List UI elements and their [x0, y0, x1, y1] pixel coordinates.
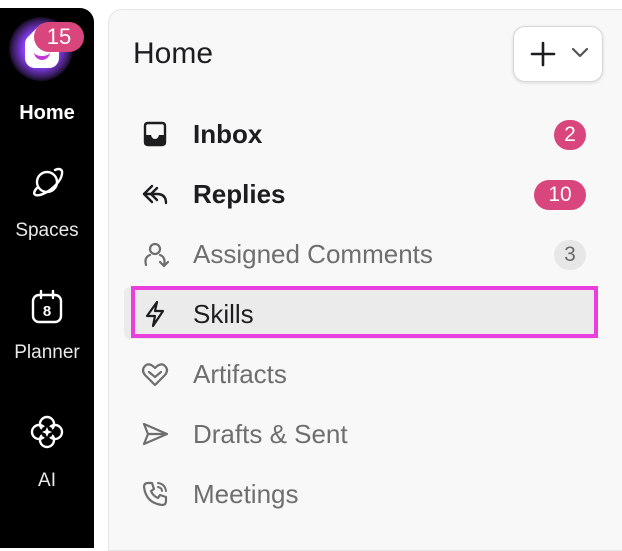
phone-icon: [142, 481, 168, 507]
page-title: Home: [133, 37, 214, 70]
nav-item-replies[interactable]: Replies 10: [128, 167, 598, 219]
planet-icon: [33, 167, 64, 197]
plus-icon: [530, 41, 556, 67]
nav-item-label: Drafts & Sent: [193, 419, 348, 449]
rail-ai-label: AI: [38, 470, 56, 491]
nav-item-label: Replies: [193, 179, 286, 209]
chevron-down-icon: [571, 47, 589, 58]
reply-arrow-icon: [142, 184, 168, 205]
lightning-icon: [145, 300, 165, 328]
ai-flower-icon: [30, 415, 64, 449]
rail-home-label: Home: [19, 102, 75, 124]
nav-item-label: Assigned Comments: [193, 239, 433, 269]
inbox-tray-icon: [143, 121, 167, 147]
nav-item-drafts-sent[interactable]: Drafts & Sent: [128, 407, 598, 459]
rail-spaces-label: Spaces: [15, 220, 79, 241]
rail-planner[interactable]: 8 Planner: [0, 288, 94, 364]
count-badge: 2: [554, 120, 586, 150]
assigned-comments-icon: [144, 242, 170, 268]
heart-icon: [141, 363, 169, 387]
count-badge: 10: [534, 180, 586, 210]
nav-item-label: Meetings: [193, 479, 299, 509]
planner-day-number: 8: [43, 303, 51, 320]
count-badge: 3: [554, 240, 586, 270]
nav-item-skills[interactable]: Skills: [124, 287, 598, 339]
nav-item-meetings[interactable]: Meetings: [128, 467, 598, 519]
nav-item-inbox[interactable]: Inbox 2: [128, 107, 598, 159]
nav-item-artifacts[interactable]: Artifacts: [128, 347, 598, 399]
nav-item-assigned-comments[interactable]: Assigned Comments 3: [128, 227, 598, 279]
home-notification-badge: 15: [34, 22, 84, 52]
send-icon: [142, 422, 169, 446]
rail-spaces[interactable]: Spaces: [0, 164, 94, 242]
calendar-icon: 8: [31, 289, 63, 324]
rail-home[interactable]: 15 Home: [0, 10, 94, 130]
rail-planner-label: Planner: [14, 342, 80, 363]
nav-item-label: Artifacts: [193, 359, 287, 389]
nav-item-label: Skills: [193, 299, 254, 329]
rail-ai[interactable]: AI: [0, 414, 94, 492]
add-new-button[interactable]: [513, 26, 603, 82]
nav-item-label: Inbox: [193, 119, 263, 149]
